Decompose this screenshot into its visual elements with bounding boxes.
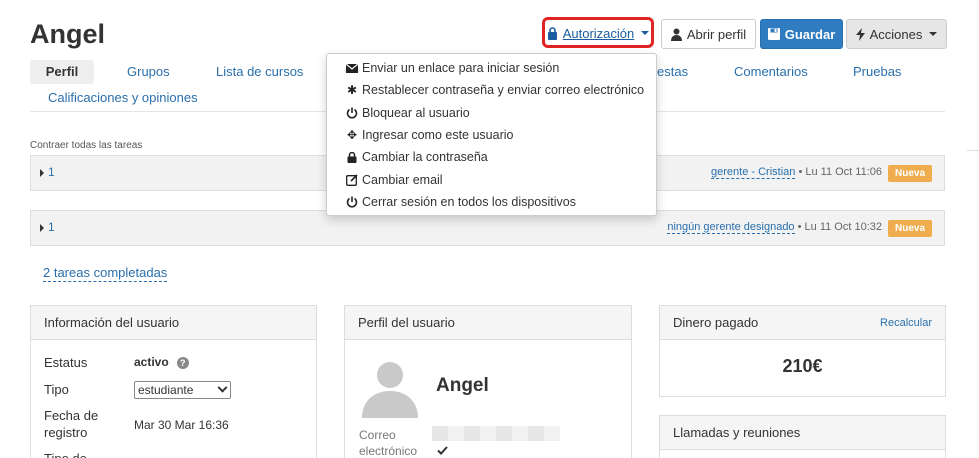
menu-item-label: Bloquear al usuario xyxy=(362,105,470,120)
check-icon xyxy=(437,446,448,455)
menu-item-change-email[interactable]: Cambiar email xyxy=(327,168,656,190)
tab-ratings[interactable]: Calificaciones y opiniones xyxy=(48,86,198,110)
menu-item-label: Enviar un enlace para iniciar sesión xyxy=(362,61,560,76)
panel-title: Información del usuario xyxy=(44,315,180,330)
lock-icon xyxy=(345,151,359,163)
panel-title: Perfil del usuario xyxy=(358,315,455,330)
panel-title: Llamadas y reuniones xyxy=(673,425,801,440)
open-profile-label: Abrir perfil xyxy=(686,26,747,42)
divider xyxy=(967,150,979,151)
menu-item-label: Cerrar sesión en todos los dispositivos xyxy=(362,194,576,209)
task-manager-link[interactable]: gerente - Cristian xyxy=(711,166,796,179)
open-profile-button[interactable]: Abrir perfil xyxy=(661,19,756,49)
status-badge: Nueva xyxy=(887,220,932,237)
type-select[interactable]: estudiante xyxy=(134,381,231,399)
registration-value: Mar 30 Mar 16:36 xyxy=(134,418,229,432)
status-value-text: activo xyxy=(134,355,169,369)
page-title: Angel xyxy=(30,19,106,49)
task-date: • Lu 11 Oct 11:06 xyxy=(795,166,882,178)
task-manager-link[interactable]: ningún gerente designado xyxy=(667,221,795,234)
actions-label: Acciones xyxy=(869,26,923,42)
tab-course-list[interactable]: Lista de cursos xyxy=(216,60,303,84)
tab-profile[interactable]: Perfil xyxy=(30,60,94,84)
task-meta: ningún gerente designado • Lu 11 Oct 10:… xyxy=(667,221,882,234)
task-meta: gerente - Cristian • Lu 11 Oct 11:06 xyxy=(711,166,882,179)
caret-down-icon xyxy=(929,32,938,36)
menu-item-label: Cambiar la contraseña xyxy=(362,150,488,165)
registration-label-line1: Fecha de xyxy=(44,408,99,423)
menu-item-label: Restablecer contraseña y enviar correo e… xyxy=(362,83,645,98)
registration-label-line2: registro xyxy=(44,425,88,440)
status-label: Estatus xyxy=(44,355,88,370)
menu-item-logout-all-devices[interactable]: Cerrar sesión en todos los dispositivos xyxy=(327,191,656,213)
power-icon xyxy=(345,196,359,208)
type-select-value: estudiante xyxy=(138,383,194,397)
envelope-icon xyxy=(345,63,359,73)
panel-title: Dinero pagado xyxy=(673,315,759,330)
panel-header: Dinero pagado Recalcular xyxy=(660,306,945,340)
save-button[interactable]: Guardar xyxy=(760,19,843,49)
task-number[interactable]: 1 xyxy=(48,165,55,179)
help-icon[interactable]: ? xyxy=(176,356,189,369)
menu-item-reset-password[interactable]: ✱ Restablecer contraseña y enviar correo… xyxy=(327,79,656,101)
menu-item-login-as-user[interactable]: ✥ Ingresar como este usuario xyxy=(327,124,656,146)
asterisk-icon: ✱ xyxy=(346,83,358,98)
avatar xyxy=(362,362,418,418)
user-icon xyxy=(670,28,682,41)
email-label-line2: electrónico xyxy=(359,444,418,458)
tab-surveys[interactable]: estas xyxy=(657,60,688,84)
task-number[interactable]: 1 xyxy=(48,220,55,234)
power-icon xyxy=(345,107,359,119)
tab-comments[interactable]: Comentarios xyxy=(734,60,808,84)
type-label: Tipo xyxy=(44,382,69,397)
money-paid-panel: Dinero pagado Recalcular xyxy=(659,305,946,397)
profile-name: Angel xyxy=(436,375,489,396)
actions-button[interactable]: Acciones xyxy=(846,19,947,49)
authorization-highlight-box xyxy=(542,17,654,48)
bolt-icon xyxy=(855,27,865,41)
caret-right-icon[interactable] xyxy=(40,169,44,177)
chevron-down-icon xyxy=(217,382,228,393)
panel-header: Información del usuario xyxy=(31,306,316,340)
menu-item-send-login-link[interactable]: Enviar un enlace para iniciar sesión xyxy=(327,57,656,79)
floppy-icon xyxy=(767,28,780,40)
task-date: • Lu 11 Oct 10:32 xyxy=(794,221,882,233)
money-amount: 210€ xyxy=(782,356,823,376)
menu-item-label: Ingresar como este usuario xyxy=(362,128,514,143)
collapse-all-tasks-link[interactable]: Contraer todas las tareas xyxy=(30,140,142,151)
save-label: Guardar xyxy=(784,26,836,42)
menu-item-change-password[interactable]: Cambiar la contraseña xyxy=(327,146,656,168)
move-icon: ✥ xyxy=(346,128,358,143)
email-label-line1: Correo xyxy=(359,428,396,442)
menu-item-label: Cambiar email xyxy=(362,172,443,187)
tab-groups[interactable]: Grupos xyxy=(127,60,170,84)
panel-header: Perfil del usuario xyxy=(345,306,631,340)
completed-tasks-link[interactable]: 2 tareas completadas xyxy=(43,265,168,282)
tab-tests[interactable]: Pruebas xyxy=(853,60,901,84)
menu-item-block-user[interactable]: Bloquear al usuario xyxy=(327,102,656,124)
calls-meetings-panel: Llamadas y reuniones xyxy=(659,415,946,458)
edit-icon xyxy=(345,174,359,186)
email-value-redacted xyxy=(432,426,560,441)
status-badge: Nueva xyxy=(887,165,932,182)
authorization-dropdown-menu: Enviar un enlace para iniciar sesión ✱ R… xyxy=(326,53,657,216)
panel-header: Llamadas y reuniones xyxy=(660,416,945,450)
caret-right-icon[interactable] xyxy=(40,224,44,232)
recalculate-link[interactable]: Recalcular xyxy=(880,317,932,329)
status-value: activo? xyxy=(134,355,189,369)
next-field-label: Tipo de xyxy=(44,450,87,458)
